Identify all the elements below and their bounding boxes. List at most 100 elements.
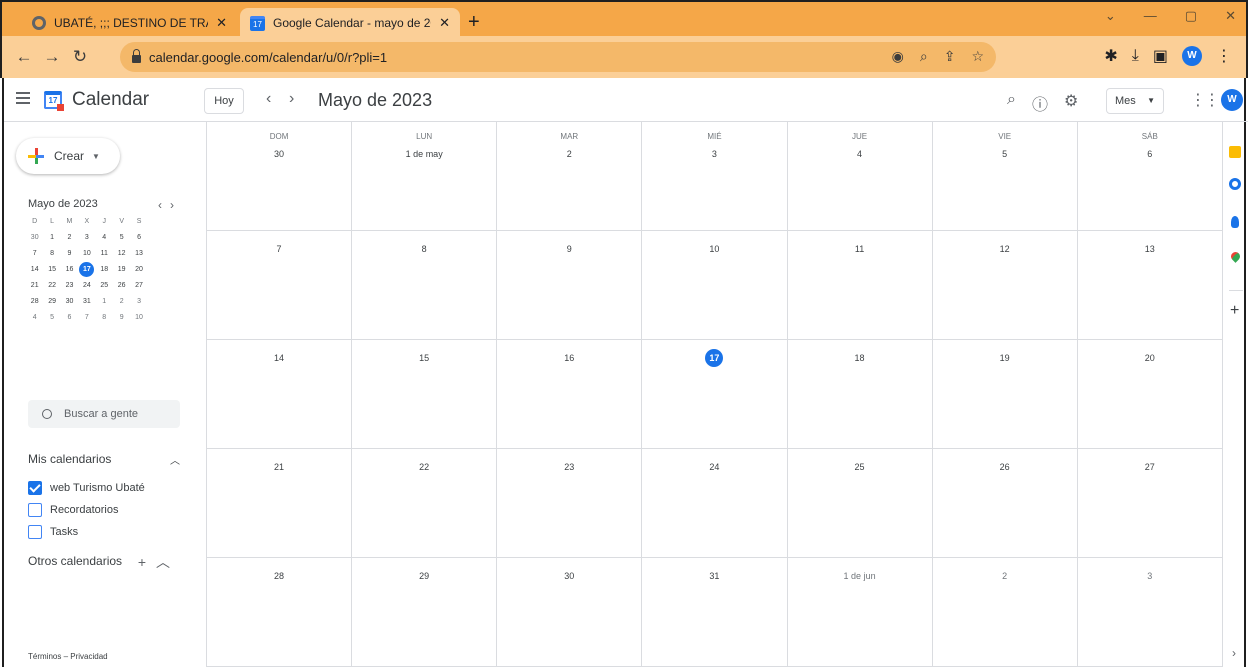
mini-day[interactable]: 3 <box>78 230 95 246</box>
day-cell[interactable]: 25 <box>786 449 932 557</box>
star-icon[interactable]: ☆ <box>971 48 984 65</box>
day-cell[interactable]: 29 <box>351 558 496 666</box>
day-cell[interactable]: 11 <box>786 231 932 339</box>
close-icon[interactable]: ✕ <box>439 15 450 31</box>
day-cell[interactable]: 10 <box>641 231 786 339</box>
chevron-down-icon[interactable]: ⌄ <box>1105 8 1116 24</box>
side-panel-icon[interactable]: ▣ <box>1153 46 1168 66</box>
day-cell[interactable]: 31 <box>641 558 786 666</box>
mini-calendar-nav[interactable]: ‹› <box>158 198 182 212</box>
day-number[interactable]: 28 <box>270 567 288 585</box>
create-button[interactable]: Crear ▼ <box>16 138 120 174</box>
day-cell[interactable]: 1 de jun <box>786 558 932 666</box>
calendar-item-recordatorios[interactable]: Recordatorios <box>28 500 118 520</box>
day-cell[interactable]: 9 <box>496 231 641 339</box>
day-number[interactable]: 14 <box>270 349 288 367</box>
day-number[interactable]: 8 <box>415 240 433 258</box>
day-cell[interactable]: 18 <box>786 340 932 448</box>
mini-day[interactable]: 5 <box>43 310 60 326</box>
mini-day[interactable]: 2 <box>61 230 78 246</box>
mini-day[interactable]: 19 <box>113 262 130 278</box>
day-cell[interactable]: 20 <box>1076 340 1222 448</box>
extensions-icon[interactable]: ✱ <box>1104 46 1117 66</box>
day-cell[interactable]: VIE 5 <box>931 122 1077 230</box>
my-calendars-header[interactable]: Mis calendarios ︿ <box>28 452 180 467</box>
day-number[interactable]: 12 <box>996 240 1014 258</box>
calendar-item-web-turismo[interactable]: web Turismo Ubaté <box>28 478 145 498</box>
day-number[interactable]: 31 <box>705 567 723 585</box>
checkbox[interactable] <box>28 525 42 539</box>
day-cell[interactable]: 26 <box>931 449 1077 557</box>
tab-ubate[interactable]: UBATÉ, ;;; DESTINO DE TRADICIO ✕ <box>22 8 237 38</box>
mini-day[interactable]: 24 <box>78 278 95 294</box>
day-number[interactable]: 27 <box>1141 458 1159 476</box>
mini-day[interactable]: 2 <box>113 294 130 310</box>
day-number[interactable]: 4 <box>851 145 869 163</box>
day-number[interactable]: 9 <box>560 240 578 258</box>
mini-day[interactable]: 7 <box>26 246 43 262</box>
mini-day[interactable]: 18 <box>96 262 113 278</box>
forward-icon[interactable]: → <box>38 47 66 67</box>
day-number[interactable]: 1 de may <box>406 145 443 163</box>
day-cell[interactable]: 13 <box>1076 231 1222 339</box>
mini-day[interactable]: 9 <box>61 246 78 262</box>
mini-day[interactable]: 29 <box>43 294 60 310</box>
mini-day[interactable]: 4 <box>26 310 43 326</box>
day-number[interactable]: 30 <box>270 145 288 163</box>
main-menu-icon[interactable] <box>16 92 30 104</box>
search-people-input[interactable]: Buscar a gente <box>28 400 180 428</box>
checkbox[interactable] <box>28 503 42 517</box>
chevron-up-icon[interactable]: ︿ <box>170 452 180 467</box>
checkbox[interactable] <box>28 481 42 495</box>
day-cell[interactable]: 23 <box>496 449 641 557</box>
mini-day[interactable]: 25 <box>96 278 113 294</box>
day-number[interactable]: 11 <box>851 240 869 258</box>
lock-icon[interactable] <box>132 48 141 63</box>
chevron-left-icon[interactable]: ‹ <box>266 90 271 108</box>
maps-icon[interactable] <box>1229 250 1242 263</box>
chevron-right-icon[interactable]: › <box>1232 646 1236 660</box>
mini-day[interactable]: 23 <box>61 278 78 294</box>
day-cell[interactable]: 2 <box>931 558 1077 666</box>
mini-day[interactable]: 10 <box>78 246 95 262</box>
day-cell[interactable]: 28 <box>206 558 351 666</box>
day-cell[interactable]: 27 <box>1076 449 1222 557</box>
day-cell[interactable]: 22 <box>351 449 496 557</box>
mini-day[interactable]: 3 <box>130 294 147 310</box>
mini-day[interactable]: 12 <box>113 246 130 262</box>
day-number[interactable]: 3 <box>705 145 723 163</box>
eye-icon[interactable]: ◉ <box>892 48 904 65</box>
day-number[interactable]: 13 <box>1141 240 1159 258</box>
day-cell[interactable]: DOM 30 <box>206 122 351 230</box>
tab-google-calendar[interactable]: 17 Google Calendar - mayo de 2023 ✕ <box>240 8 460 38</box>
reload-icon[interactable]: ↻ <box>66 47 94 67</box>
keep-icon[interactable] <box>1229 146 1241 158</box>
day-number[interactable]: 20 <box>1141 349 1159 367</box>
chevron-right-icon[interactable]: › <box>289 90 294 108</box>
day-number[interactable]: 7 <box>270 240 288 258</box>
day-cell[interactable]: SÁB 6 <box>1076 122 1222 230</box>
day-number[interactable]: 2 <box>560 145 578 163</box>
zoom-icon[interactable]: ⌕ <box>920 48 928 65</box>
address-bar[interactable]: calendar.google.com/calendar/u/0/r?pli=1… <box>120 42 996 72</box>
today-button[interactable]: Hoy <box>204 88 244 114</box>
day-number[interactable]: 1 de jun <box>844 567 876 585</box>
mini-day[interactable]: 26 <box>113 278 130 294</box>
mini-day[interactable]: 30 <box>61 294 78 310</box>
day-number[interactable]: 15 <box>415 349 433 367</box>
settings-icon[interactable]: ⚙ <box>1064 91 1078 115</box>
contacts-icon[interactable] <box>1231 216 1239 228</box>
day-number[interactable]: 3 <box>1141 567 1159 585</box>
day-number[interactable]: 30 <box>560 567 578 585</box>
day-cell[interactable]: 7 <box>206 231 351 339</box>
minimize-icon[interactable]: — <box>1144 8 1157 24</box>
mini-day[interactable]: 31 <box>78 294 95 310</box>
mini-day[interactable]: 13 <box>130 246 147 262</box>
mini-day[interactable]: 8 <box>96 310 113 326</box>
mini-day[interactable]: 6 <box>61 310 78 326</box>
mini-day[interactable]: 16 <box>61 262 78 278</box>
mini-day[interactable]: 7 <box>78 310 95 326</box>
url-text[interactable]: calendar.google.com/calendar/u/0/r?pli=1 <box>149 50 387 65</box>
calendar-item-tasks[interactable]: Tasks <box>28 522 78 542</box>
day-cell[interactable]: 16 <box>496 340 641 448</box>
